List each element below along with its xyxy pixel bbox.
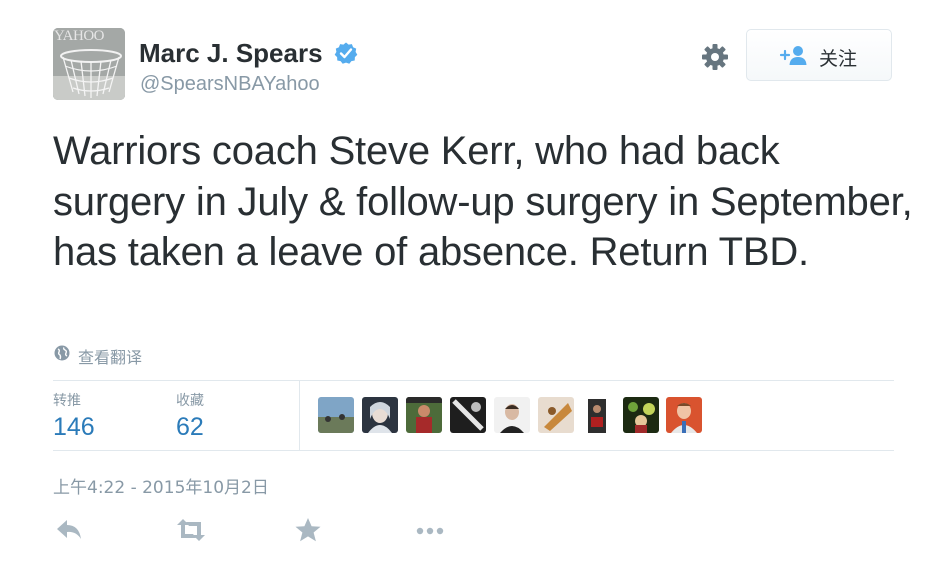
likes-label: 收藏 <box>176 393 204 409</box>
author-name[interactable]: Marc J. Spears <box>139 38 323 69</box>
gear-icon[interactable] <box>700 42 730 72</box>
avatar-yahoo-text: YAHOO <box>54 28 105 44</box>
likes-count: 62 <box>176 413 204 441</box>
globe-icon <box>54 345 70 361</box>
liker-avatar-9[interactable] <box>666 397 702 433</box>
liker-avatar-4[interactable] <box>450 397 486 433</box>
tweet-timestamp[interactable]: 上午4:22 - 2015年10月2日 <box>53 473 269 498</box>
view-translation-label: 查看翻译 <box>78 348 143 367</box>
favorite-icon[interactable] <box>293 517 323 543</box>
verified-badge-icon <box>334 42 358 64</box>
follow-button[interactable]: 关注 <box>746 29 892 81</box>
stats-top-divider <box>53 380 894 381</box>
reply-icon[interactable] <box>55 517 85 543</box>
author-avatar[interactable]: YAHOO <box>53 28 125 100</box>
retweets-stat[interactable]: 转推 146 <box>53 390 95 442</box>
liker-avatar-8[interactable] <box>623 397 659 433</box>
liker-avatar-2[interactable] <box>362 397 398 433</box>
author-handle[interactable]: @SpearsNBAYahoo <box>140 73 320 96</box>
stats-vertical-divider <box>299 381 300 450</box>
liker-avatar-3[interactable] <box>406 397 442 433</box>
more-icon[interactable] <box>415 517 445 543</box>
liker-avatar-1[interactable] <box>318 397 354 433</box>
add-user-icon <box>779 46 807 65</box>
retweets-count: 146 <box>53 413 95 441</box>
tweet-text: Warriors coach Steve Kerr, who had back … <box>53 129 913 274</box>
liker-avatar-6[interactable] <box>538 397 574 433</box>
likes-stat[interactable]: 收藏 62 <box>176 390 204 442</box>
liker-avatar-7[interactable] <box>582 397 618 433</box>
liker-avatar-5[interactable] <box>494 397 530 433</box>
follow-button-label: 关注 <box>819 48 858 70</box>
retweets-label: 转推 <box>53 393 81 409</box>
retweet-icon[interactable] <box>176 517 206 543</box>
stats-bottom-divider <box>53 450 894 451</box>
